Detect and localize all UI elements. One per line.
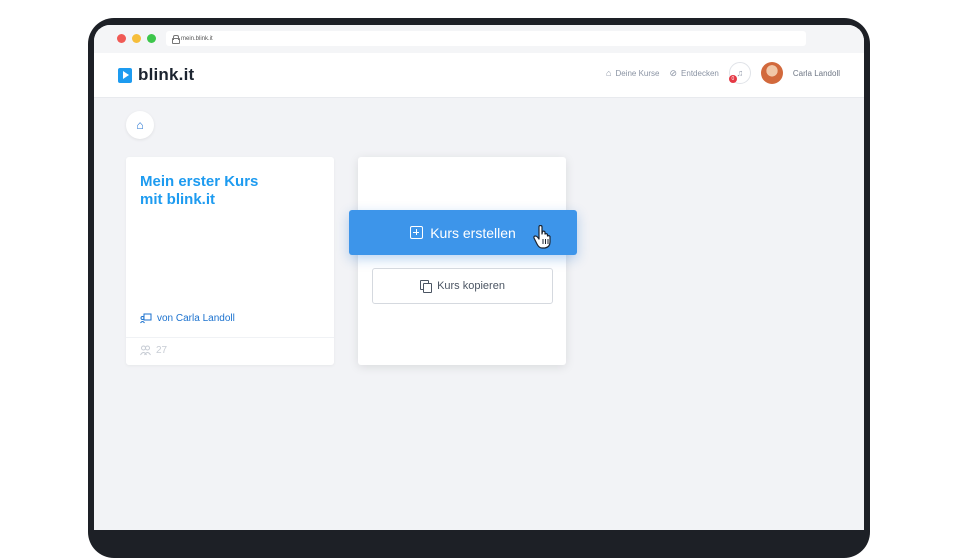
copy-icon bbox=[420, 280, 433, 293]
home-button[interactable]: ⌂ bbox=[126, 111, 154, 139]
address-bar[interactable]: mein.blink.it bbox=[166, 31, 806, 46]
close-window-button[interactable] bbox=[117, 34, 126, 43]
users-icon bbox=[140, 345, 151, 356]
copy-course-button[interactable]: Kurs kopieren bbox=[372, 268, 553, 304]
course-author: von Carla Landoll bbox=[140, 313, 235, 324]
card-divider bbox=[126, 337, 334, 338]
notification-badge: 0 bbox=[728, 75, 737, 83]
course-card[interactable]: Mein erster Kurs mit blink.it von Carla … bbox=[126, 157, 334, 365]
url-text: mein.blink.it bbox=[181, 35, 213, 42]
nav-deine-kurse[interactable]: ⌂ Deine Kurse bbox=[606, 68, 659, 78]
maximize-window-button[interactable] bbox=[147, 34, 156, 43]
logo-text: blink.it bbox=[138, 65, 195, 84]
lock-icon bbox=[172, 35, 180, 44]
create-course-card bbox=[358, 157, 566, 365]
home-icon: ⌂ bbox=[136, 118, 144, 132]
home-icon: ⌂ bbox=[606, 68, 612, 78]
notifications-button[interactable]: ♫ 0 bbox=[728, 62, 751, 84]
nav-entdecken[interactable]: ⊘ Entdecken bbox=[670, 68, 719, 79]
nav-entdecken-label: Entdecken bbox=[681, 68, 719, 78]
compass-icon: ⊘ bbox=[669, 67, 678, 78]
presenter-icon bbox=[140, 313, 152, 324]
course-title-line2: mit blink.it bbox=[140, 191, 215, 208]
course-title: Mein erster Kurs mit blink.it bbox=[140, 173, 320, 209]
bell-icon: ♫ bbox=[736, 68, 744, 78]
copy-course-label: Kurs kopieren bbox=[437, 280, 505, 292]
participant-count-value: 27 bbox=[156, 345, 168, 356]
create-course-label: Kurs erstellen bbox=[430, 224, 516, 241]
hand-cursor-icon bbox=[533, 225, 551, 249]
header-nav: ⌂ Deine Kurse ⊘ Entdecken ♫ 0 Carla Land… bbox=[606, 62, 840, 84]
app-header: blink.it ⌂ Deine Kurse ⊘ Entdecken ♫ 0 C… bbox=[94, 53, 864, 98]
browser-chrome: mein.blink.it bbox=[94, 25, 864, 53]
avatar[interactable] bbox=[760, 62, 783, 84]
user-name[interactable]: Carla Landoll bbox=[793, 69, 840, 78]
course-author-label: von Carla Landoll bbox=[157, 313, 235, 324]
play-icon bbox=[118, 67, 132, 83]
participant-count: 27 bbox=[140, 345, 167, 356]
logo[interactable]: blink.it bbox=[118, 65, 194, 85]
screen: mein.blink.it blink.it ⌂ Deine Kurse ⊘ E… bbox=[94, 25, 864, 530]
plus-square-icon bbox=[410, 226, 424, 239]
nav-deine-kurse-label: Deine Kurse bbox=[615, 68, 660, 78]
minimize-window-button[interactable] bbox=[132, 34, 141, 43]
course-title-line1: Mein erster Kurs bbox=[140, 173, 259, 190]
